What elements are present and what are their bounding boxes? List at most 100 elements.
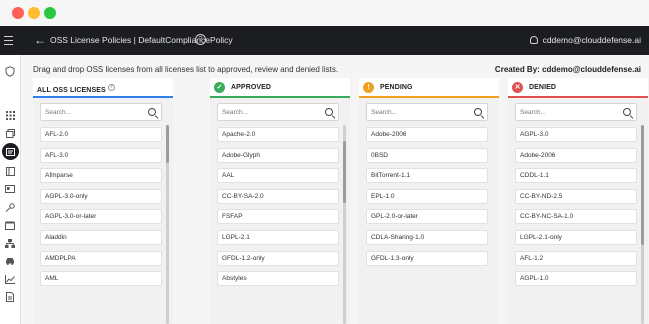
search-box xyxy=(217,103,339,121)
license-item[interactable]: EPL-1.0 xyxy=(366,188,488,204)
instructions-text: Drag and drop OSS licenses from all lice… xyxy=(33,65,339,74)
license-item[interactable]: Afmparse xyxy=(40,168,162,184)
license-item[interactable]: AFL-2.0 xyxy=(40,127,162,142)
search-box xyxy=(366,103,488,121)
scrollbar[interactable] xyxy=(343,125,346,324)
license-item[interactable]: Abstyles xyxy=(217,271,339,287)
maximize-window-button[interactable] xyxy=(44,7,56,19)
search-icon[interactable] xyxy=(474,108,482,116)
scrollbar[interactable] xyxy=(166,125,169,324)
info-icon[interactable]: ? xyxy=(107,84,115,91)
close-circle-icon: ✕ xyxy=(512,82,523,93)
license-item[interactable]: Apache-2.0 xyxy=(217,127,339,142)
created-by: Created By: cddemo@clouddefense.ai xyxy=(495,65,641,74)
license-item[interactable]: CC-BY-SA-2.0 xyxy=(217,188,339,204)
search-input[interactable] xyxy=(45,107,145,118)
column-header: ! PENDING xyxy=(359,78,499,98)
search-icon[interactable] xyxy=(148,108,156,116)
top-navbar: ← OSS License Policies | DefaultComplian… xyxy=(0,26,649,55)
denied-column[interactable]: ✕ DENIED AGPL-3.0 Adobe-2006 CDDL-1.1 CC-BY… xyxy=(508,78,648,324)
scroll-thumb[interactable] xyxy=(641,125,644,245)
column-title: ALL OSS LICENSES? xyxy=(37,84,115,94)
license-item[interactable]: Adobe-2006 xyxy=(366,127,488,142)
grid-icon[interactable] xyxy=(4,109,16,121)
user-menu[interactable]: cddemo@clouddefense.ai xyxy=(529,35,641,45)
license-item[interactable]: GFDL-1.2-only xyxy=(217,250,339,266)
license-item[interactable]: AMDPLPA xyxy=(40,250,162,266)
license-item[interactable]: BitTorrent-1.1 xyxy=(366,168,488,184)
license-item[interactable]: 0BSD xyxy=(366,147,488,163)
stack-icon[interactable] xyxy=(4,127,16,139)
sidebar xyxy=(0,55,21,324)
user-icon xyxy=(529,36,538,44)
column-title: DENIED xyxy=(529,84,557,91)
shield-icon[interactable] xyxy=(4,65,16,77)
box-icon[interactable] xyxy=(4,219,16,231)
license-item[interactable]: AGPL-1.0 xyxy=(515,271,637,287)
window-titlebar xyxy=(0,0,649,26)
search-input[interactable] xyxy=(222,107,322,118)
scroll-thumb[interactable] xyxy=(343,141,346,203)
license-list: Apache-2.0 Adobe-Glyph AAL CC-BY-SA-2.0 FSFA… xyxy=(217,127,339,292)
app-window: ← OSS License Policies | DefaultComplian… xyxy=(0,0,649,324)
search-box xyxy=(515,103,637,121)
license-item[interactable]: Adobe-Glyph xyxy=(217,147,339,163)
license-list: Adobe-2006 0BSD BitTorrent-1.1 EPL-1.0 GPL-2… xyxy=(366,127,488,271)
column-title: PENDING xyxy=(380,84,413,91)
created-by-label: Created By: xyxy=(494,65,540,74)
search-icon[interactable] xyxy=(325,108,333,116)
car-icon[interactable] xyxy=(4,255,16,267)
book-icon[interactable] xyxy=(4,165,16,177)
license-item[interactable]: AGPL-3.0-or-later xyxy=(40,209,162,225)
column-title-text: ALL OSS LICENSES xyxy=(37,87,106,94)
search-input[interactable] xyxy=(520,107,620,118)
created-by-value: cddemo@clouddefense.ai xyxy=(542,65,641,74)
license-item[interactable]: GPL-2.0-or-later xyxy=(366,209,488,225)
license-item[interactable]: CDLA-Sharing-1.0 xyxy=(366,229,488,245)
license-item[interactable]: AFL-3.0 xyxy=(40,147,162,163)
network-icon[interactable] xyxy=(4,237,16,249)
license-item[interactable]: CC-BY-ND-2.5 xyxy=(515,188,637,204)
license-item[interactable]: CDDL-1.1 xyxy=(515,168,637,184)
back-arrow-icon[interactable]: ← xyxy=(34,33,46,47)
column-header: ✕ DENIED xyxy=(508,78,648,98)
user-email: cddemo@clouddefense.ai xyxy=(542,35,641,45)
column-header: ✓ APPROVED xyxy=(210,78,350,98)
pending-column[interactable]: ! PENDING Adobe-2006 0BSD BitTorrent-1.1 EP… xyxy=(359,78,499,324)
license-item[interactable]: AFL-1.2 xyxy=(515,250,637,266)
minimize-window-button[interactable] xyxy=(28,7,40,19)
license-item[interactable]: AGPL-3.0-only xyxy=(40,188,162,204)
license-list: AFL-2.0 AFL-3.0 Afmparse AGPL-3.0-only AGPL-… xyxy=(40,127,162,292)
search-input[interactable] xyxy=(371,107,471,118)
document-icon[interactable] xyxy=(4,291,16,303)
license-item[interactable]: GFDL-1.3-only xyxy=(366,250,488,266)
help-icon[interactable]: ? xyxy=(195,34,206,45)
checkmark-icon: ✓ xyxy=(214,82,225,93)
license-item[interactable]: LGPL-2.1 xyxy=(217,229,339,245)
main-content: Drag and drop OSS licenses from all lice… xyxy=(22,55,649,324)
column-header: ALL OSS LICENSES? xyxy=(33,78,173,98)
license-list: AGPL-3.0 Adobe-2006 CDDL-1.1 CC-BY-ND-2.5 CC… xyxy=(515,127,637,292)
license-icon[interactable] xyxy=(2,143,19,160)
license-item[interactable]: CC-BY-NC-SA-1.0 xyxy=(515,209,637,225)
all-licenses-column[interactable]: ALL OSS LICENSES? AFL-2.0 AFL-3.0 Afmparse… xyxy=(33,78,173,324)
license-item[interactable]: Aladdin xyxy=(40,229,162,245)
scrollbar[interactable] xyxy=(641,125,644,324)
column-title: APPROVED xyxy=(231,84,272,91)
chart-icon[interactable] xyxy=(4,273,16,285)
search-box xyxy=(40,103,162,121)
key-icon[interactable] xyxy=(4,201,16,213)
id-card-icon[interactable] xyxy=(4,183,16,195)
license-item[interactable]: Adobe-2006 xyxy=(515,147,637,163)
close-window-button[interactable] xyxy=(12,7,24,19)
approved-column[interactable]: ✓ APPROVED Apache-2.0 Adobe-Glyph AAL CC-BY… xyxy=(210,78,350,324)
menu-icon[interactable] xyxy=(4,33,16,47)
scroll-thumb[interactable] xyxy=(166,125,169,163)
license-item[interactable]: AGPL-3.0 xyxy=(515,127,637,142)
license-item[interactable]: AAL xyxy=(217,168,339,184)
exclamation-icon: ! xyxy=(363,82,374,93)
search-icon[interactable] xyxy=(623,108,631,116)
license-item[interactable]: LGPL-2.1-only xyxy=(515,229,637,245)
license-item[interactable]: AML xyxy=(40,271,162,287)
license-item[interactable]: FSFAP xyxy=(217,209,339,225)
